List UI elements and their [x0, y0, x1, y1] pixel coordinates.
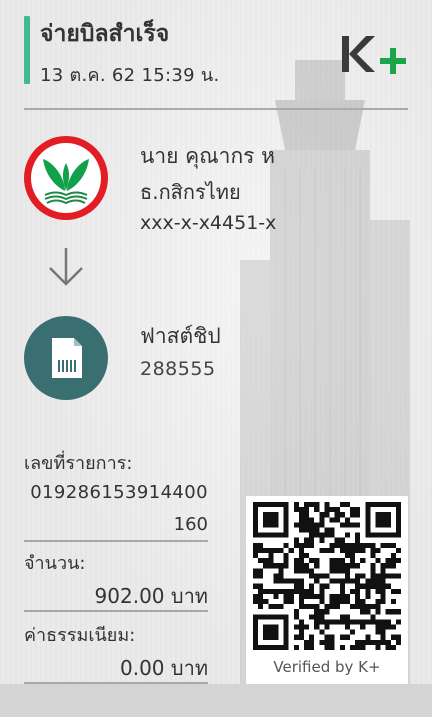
transaction-datetime: 13 ต.ค. 62 15:39 น. — [40, 65, 220, 86]
amount-label: จำนวน: — [24, 553, 86, 574]
qr-code-icon — [253, 502, 401, 650]
qr-verify-card: Verified by K+ — [246, 496, 408, 684]
page-title: จ่ายบิลสำเร็จ — [40, 21, 170, 47]
fee-value: 0.00 บาท — [120, 656, 208, 680]
kplus-logo-icon — [342, 36, 406, 74]
biller-name: ฟาสต์ชิป — [140, 324, 221, 348]
header-divider — [24, 108, 408, 110]
ref-separator — [24, 540, 208, 542]
verified-by-text: Verified by K+ — [273, 658, 381, 676]
ref-value-line2: 160 — [173, 514, 208, 535]
ref-value-line1: 019286153914400 — [30, 482, 208, 503]
biller-logo — [24, 316, 108, 400]
fee-label: ค่าธรรมเนียม: — [24, 625, 136, 646]
bottom-bar — [0, 684, 432, 717]
kbank-logo — [24, 136, 108, 220]
sender-bank: ธ.กสิกรไทย — [140, 180, 241, 204]
bill-document-icon — [52, 338, 82, 378]
sender-account: xxx-x-x4451-x — [140, 212, 277, 234]
amount-value: 902.00 บาท — [94, 584, 208, 608]
biller-code: 288555 — [140, 358, 216, 380]
amount-separator — [24, 610, 208, 612]
arrow-down-icon — [49, 248, 83, 286]
title-accent-bar — [24, 16, 30, 84]
sender-name: นาย คุณากร ห — [140, 144, 275, 168]
ref-label: เลขที่รายการ: — [24, 453, 133, 474]
kbank-leaf-icon — [43, 159, 89, 205]
